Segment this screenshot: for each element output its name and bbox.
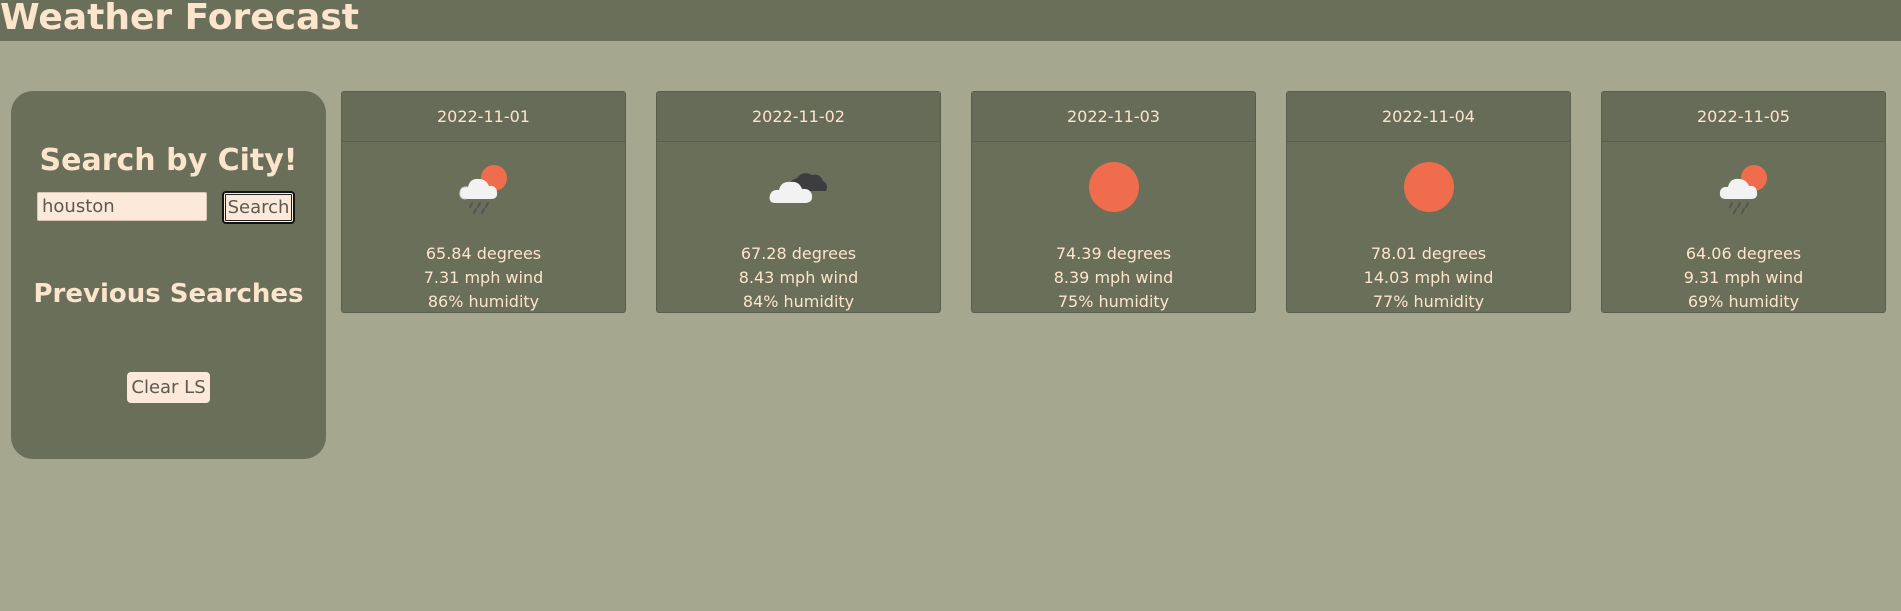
forecast-card-day-1: 2022-11-01 65.84 degrees 7.31 mph wind 8…	[341, 91, 626, 313]
forecast-wind: 9.31 mph wind	[1683, 268, 1804, 287]
forecast-card-day-5: 2022-11-05 64.06 degrees 9.31 mph wind 6…	[1601, 91, 1886, 313]
clear-sun-icon	[1404, 162, 1454, 212]
forecast-temperature: 65.84 degrees	[425, 244, 542, 263]
forecast-humidity: 75% humidity	[1057, 292, 1170, 311]
forecast-wind: 8.43 mph wind	[738, 268, 859, 287]
forecast-date: 2022-11-01	[342, 92, 625, 142]
broken-clouds-icon	[769, 173, 827, 203]
forecast-temperature: 74.39 degrees	[1055, 244, 1172, 263]
search-button[interactable]: Search	[222, 191, 295, 224]
forecast-wind: 14.03 mph wind	[1363, 268, 1494, 287]
search-title: Search by City!	[39, 143, 298, 178]
forecast-wind: 8.39 mph wind	[1053, 268, 1174, 287]
page-title: Weather Forecast	[0, 0, 359, 38]
forecast-humidity: 84% humidity	[742, 292, 855, 311]
forecast-card-day-3: 2022-11-03 74.39 degrees 8.39 mph wind 7…	[971, 91, 1256, 313]
forecast-humidity: 77% humidity	[1372, 292, 1485, 311]
forecast-card-day-4: 2022-11-04 78.01 degrees 14.03 mph wind …	[1286, 91, 1571, 313]
forecast-card-day-2: 2022-11-02 67.28 degrees 8.43 mph wind 8…	[656, 91, 941, 313]
forecast-date: 2022-11-03	[972, 92, 1255, 142]
forecast-date: 2022-11-02	[657, 92, 940, 142]
forecast-humidity: 69% humidity	[1687, 292, 1800, 311]
clear-sun-icon	[1089, 162, 1139, 212]
forecast-temperature: 78.01 degrees	[1370, 244, 1487, 263]
forecast-date: 2022-11-05	[1602, 92, 1885, 142]
previous-searches-title: Previous Searches	[33, 279, 304, 309]
forecast-temperature: 67.28 degrees	[740, 244, 857, 263]
forecast-temperature: 64.06 degrees	[1685, 244, 1802, 263]
forecast-humidity: 86% humidity	[427, 292, 540, 311]
forecast-wind: 7.31 mph wind	[423, 268, 544, 287]
search-panel: Search by City! Search Previous Searches…	[11, 91, 326, 459]
forecast-date: 2022-11-04	[1287, 92, 1570, 142]
city-search-input[interactable]	[37, 192, 207, 221]
page-header: Weather Forecast	[0, 0, 1901, 41]
sun-rain-icon	[459, 165, 507, 214]
sun-rain-icon	[1719, 165, 1767, 214]
clear-ls-button[interactable]: Clear LS	[127, 372, 210, 403]
